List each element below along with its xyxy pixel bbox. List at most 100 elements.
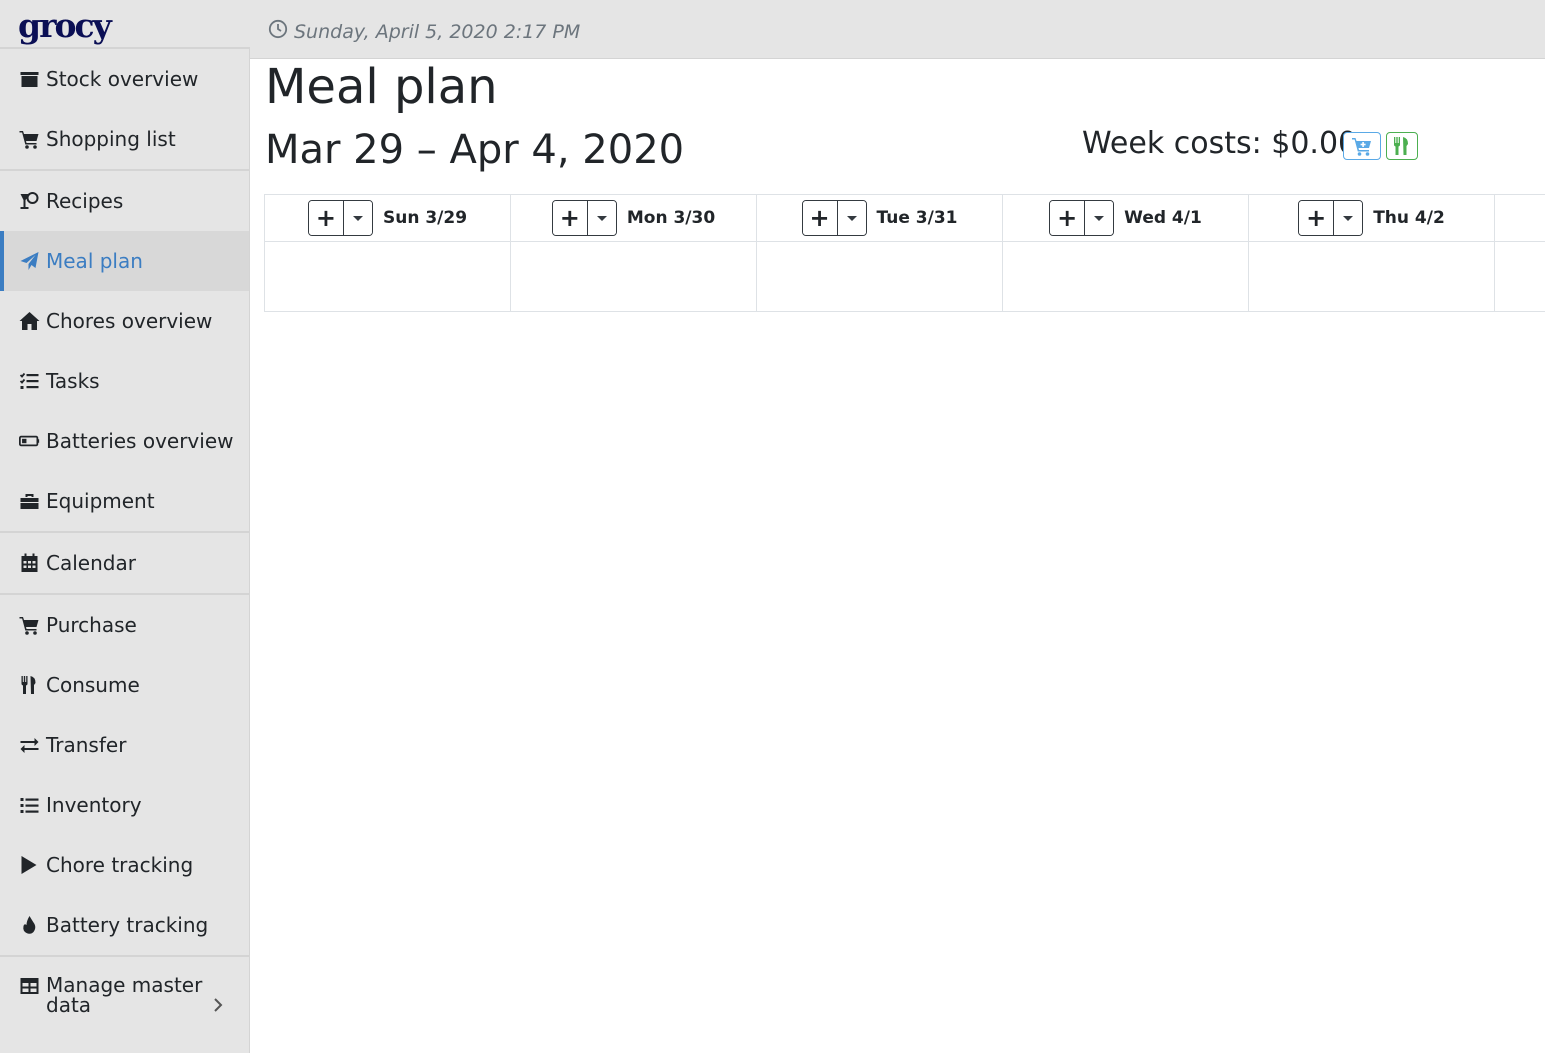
sidebar: Stock overview Shopping list Recipes Mea…: [0, 47, 250, 1053]
calendar-header-row: + Sun 3/29 + Mon 3/30 + Tue 3/31 + Wed 4…: [264, 194, 1545, 242]
meal-plan-calendar: + Sun 3/29 + Mon 3/30 + Tue 3/31 + Wed 4…: [264, 194, 1545, 312]
sidebar-item-label: Inventory: [46, 793, 142, 817]
caret-down-icon: [846, 215, 857, 221]
add-options-dropdown[interactable]: [587, 201, 616, 235]
nav-group-actions: Purchase Consume Transfer Inventory Chor…: [0, 593, 249, 955]
day-header: + Wed 4/1: [1002, 195, 1248, 241]
sidebar-item-label: Purchase: [46, 613, 137, 637]
day-header: + Mon 3/30: [510, 195, 756, 241]
day-cell[interactable]: [756, 242, 1002, 311]
sidebar-item-consume[interactable]: Consume: [0, 655, 249, 715]
sidebar-item-shopping-list[interactable]: Shopping list: [0, 109, 249, 169]
add-meal-button-group: +: [551, 200, 617, 236]
week-costs: Week costs: $0.00: [1082, 126, 1358, 161]
current-datetime: Sunday, April 5, 2020 2:17 PM: [294, 20, 581, 43]
toolbox-icon: [19, 490, 43, 512]
sidebar-item-transfer[interactable]: Transfer: [0, 715, 249, 775]
calendar-icon: [19, 552, 43, 574]
day-cell[interactable]: [1002, 242, 1248, 311]
table-icon: [19, 975, 43, 997]
sidebar-item-stock-overview[interactable]: Stock overview: [0, 49, 249, 109]
add-recipe-button[interactable]: +: [1050, 201, 1086, 235]
nav-group-master-data: Manage master data: [0, 955, 249, 1039]
sidebar-item-calendar[interactable]: Calendar: [0, 533, 249, 593]
day-cell-partial[interactable]: [1494, 242, 1529, 311]
add-meal-button-group: +: [1049, 200, 1115, 236]
day-cell[interactable]: [264, 242, 510, 311]
day-label: Thu 4/2: [1373, 208, 1445, 228]
play-icon: [19, 854, 43, 876]
sidebar-item-label: Meal plan: [46, 249, 143, 273]
cart-plus-icon: [1352, 138, 1371, 156]
sidebar-item-meal-plan[interactable]: Meal plan: [0, 231, 249, 291]
caret-down-icon: [596, 215, 607, 221]
add-recipe-button[interactable]: +: [308, 201, 344, 235]
sidebar-item-recipes[interactable]: Recipes: [0, 171, 249, 231]
nav-group-calendar: Calendar: [0, 531, 249, 593]
sidebar-item-label: Tasks: [46, 369, 100, 393]
sidebar-item-inventory[interactable]: Inventory: [0, 775, 249, 835]
list-icon: [19, 794, 43, 816]
day-header-partial: [1494, 195, 1529, 241]
day-label: Tue 3/31: [876, 208, 958, 228]
day-header: + Tue 3/31: [756, 195, 1002, 241]
add-options-dropdown[interactable]: [837, 201, 866, 235]
sidebar-item-label: Recipes: [46, 189, 124, 213]
cocktail-icon: [19, 190, 43, 212]
sidebar-item-label: Consume: [46, 673, 140, 697]
add-recipe-button[interactable]: +: [552, 201, 588, 235]
sidebar-item-label: Equipment: [46, 489, 155, 513]
day-cell[interactable]: [1248, 242, 1494, 311]
sidebar-item-tasks[interactable]: Tasks: [0, 351, 249, 411]
sidebar-item-manage-master-data[interactable]: Manage master data: [0, 957, 249, 1039]
page-title: Meal plan: [265, 59, 498, 115]
sidebar-item-label: Calendar: [46, 551, 136, 575]
nav-group-stock: Stock overview Shopping list: [0, 47, 249, 169]
caret-down-icon: [1343, 215, 1354, 221]
add-options-dropdown[interactable]: [1334, 201, 1363, 235]
cart-icon: [19, 128, 43, 150]
sidebar-item-chores-overview[interactable]: Chores overview: [0, 291, 249, 351]
exchange-icon: [19, 734, 43, 756]
calendar-body-row: [264, 242, 1545, 312]
paper-plane-icon: [19, 250, 43, 272]
day-header: + Thu 4/2: [1248, 195, 1494, 241]
clock: Sunday, April 5, 2020 2:17 PM: [268, 19, 580, 44]
box-icon: [19, 68, 43, 90]
sidebar-item-purchase[interactable]: Purchase: [0, 595, 249, 655]
fire-icon: [19, 914, 43, 936]
sidebar-item-label: Chores overview: [46, 309, 213, 333]
home-icon: [19, 310, 43, 332]
consume-button[interactable]: [1386, 132, 1418, 160]
sidebar-item-label: Battery tracking: [46, 913, 209, 937]
add-meal-button-group: +: [307, 200, 373, 236]
add-recipe-button[interactable]: +: [1299, 201, 1335, 235]
add-meal-button-group: +: [1298, 200, 1364, 236]
caret-down-icon: [1094, 215, 1105, 221]
day-label: Wed 4/1: [1124, 208, 1202, 228]
sidebar-item-equipment[interactable]: Equipment: [0, 471, 249, 531]
tasks-icon: [19, 370, 43, 392]
main-content: Meal plan Mar 29 – Apr 4, 2020 Week cost…: [264, 59, 1545, 1053]
sidebar-item-label: Chore tracking: [46, 853, 194, 877]
chevron-right-icon: [214, 998, 223, 1012]
add-to-shopping-list-button[interactable]: [1343, 132, 1381, 160]
sidebar-item-battery-tracking[interactable]: Battery tracking: [0, 895, 249, 955]
utensils-icon: [19, 674, 43, 696]
sidebar-item-chore-tracking[interactable]: Chore tracking: [0, 835, 249, 895]
brand-logo[interactable]: grocy: [18, 6, 112, 46]
add-meal-button-group: +: [801, 200, 867, 236]
day-label: Sun 3/29: [382, 208, 468, 228]
sidebar-item-label: Stock overview: [46, 67, 199, 91]
nav-group-recipes: Recipes Meal plan Chores overview Tasks …: [0, 169, 249, 531]
cart-icon: [19, 614, 43, 636]
add-options-dropdown[interactable]: [343, 201, 372, 235]
utensils-icon: [1394, 137, 1408, 155]
day-header: + Sun 3/29: [264, 195, 510, 241]
sidebar-item-label: Manage master data: [46, 973, 203, 1017]
day-cell[interactable]: [510, 242, 756, 311]
week-range-title: Mar 29 – Apr 4, 2020: [265, 127, 685, 173]
sidebar-item-batteries-overview[interactable]: Batteries overview: [0, 411, 249, 471]
add-options-dropdown[interactable]: [1085, 201, 1114, 235]
add-recipe-button[interactable]: +: [802, 201, 838, 235]
